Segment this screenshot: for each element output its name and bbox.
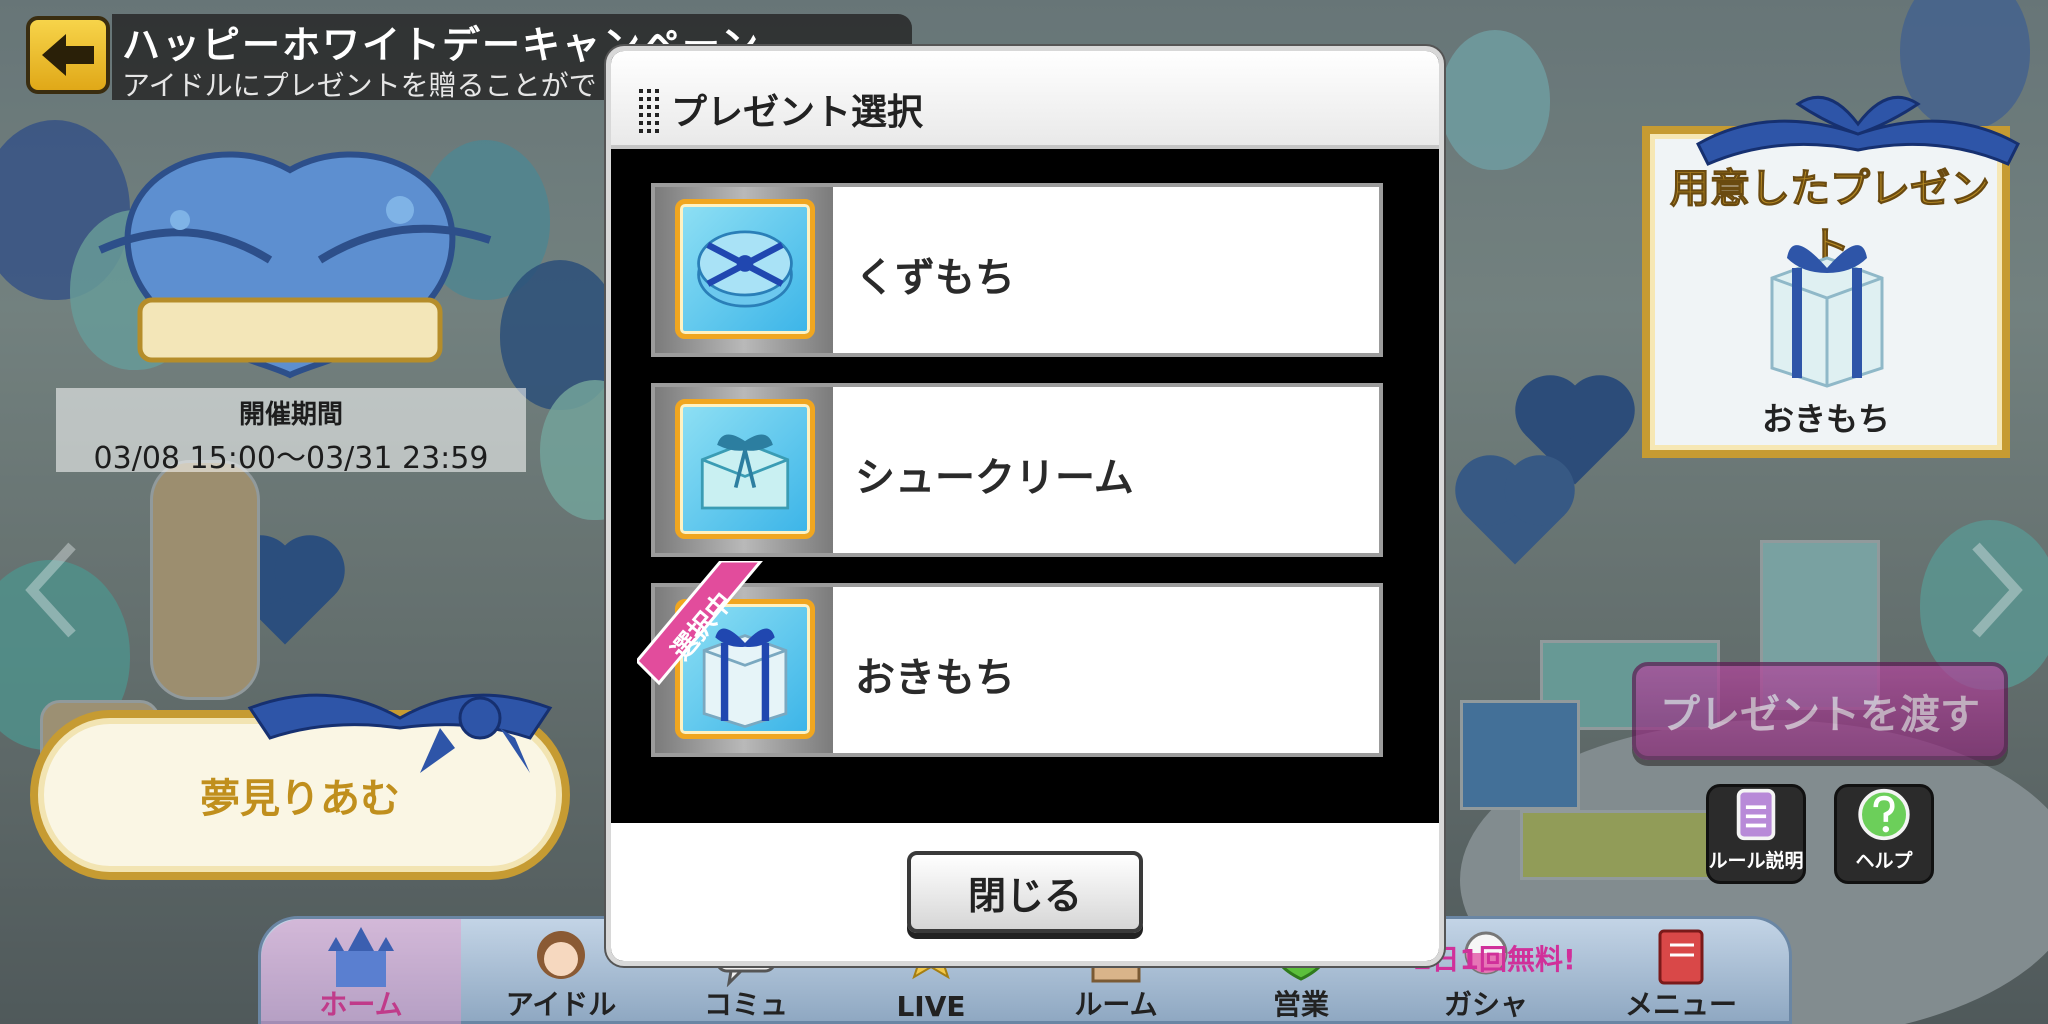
nav-label: ルーム [1074, 988, 1158, 1021]
rules-button[interactable]: ルール説明 [1706, 784, 1806, 884]
event-period-box: 開催期間 03/08 15:00〜03/31 23:59 [56, 388, 526, 476]
previous-arrow-icon[interactable] [22, 540, 82, 640]
clipboard-icon [1736, 788, 1776, 841]
menu-book-icon [1658, 929, 1704, 985]
close-label: 閉じる [967, 873, 1082, 918]
prepared-present-name: おきもち [1761, 400, 1890, 438]
present-option-kuzumochi[interactable]: くずもち [651, 183, 1383, 357]
present-option-label: おきもち [855, 655, 1015, 701]
question-mark-icon [1858, 788, 1910, 841]
dialog-title: プレゼント選択 [671, 92, 924, 133]
nav-label: ガシャ [1443, 988, 1528, 1021]
ribbon-icon [247, 693, 553, 773]
castle-icon [328, 927, 394, 987]
event-logo-icon [98, 151, 492, 379]
event-period-value: 03/08 15:00〜03/31 23:59 [93, 441, 489, 476]
present-option-cream-puff[interactable]: シュークリーム [651, 383, 1383, 557]
nav-label: LIVE [896, 990, 966, 1023]
round-gift-box-icon [675, 199, 815, 339]
back-button[interactable] [26, 16, 110, 94]
nav-label: コミュ [703, 988, 788, 1021]
nav-label: アイドル [505, 988, 617, 1021]
selected-badge: 選択中 [637, 561, 763, 686]
square-gift-box-icon [1770, 245, 1884, 388]
nav-label: メニュー [1624, 988, 1737, 1021]
nav-label: 営業 [1272, 988, 1329, 1021]
idol-portrait-icon [537, 931, 585, 979]
nav-item-menu[interactable]: メニュー [1581, 919, 1781, 1024]
give-present-label: プレゼントを渡す [1660, 692, 1980, 738]
present-select-dialog: プレゼント選択 くずもち シュークリーム おきもち 選択中 閉じる [606, 46, 1444, 966]
next-arrow-icon[interactable] [1966, 540, 2026, 640]
close-button[interactable]: 閉じる [907, 851, 1143, 933]
present-option-label: くずもち [855, 255, 1015, 301]
page-subtitle: アイドルにプレゼントを贈ることがで [122, 69, 597, 102]
present-option-label: シュークリーム [855, 455, 1134, 501]
nav-label: ホーム [319, 988, 403, 1021]
dialog-footer: 閉じる [611, 823, 1439, 961]
event-period-label: 開催期間 [238, 400, 343, 430]
give-present-button[interactable]: プレゼントを渡す [1632, 662, 2008, 760]
cream-puff-box-icon [675, 399, 815, 539]
dotted-grip-icon [639, 89, 659, 133]
dialog-header: プレゼント選択 [611, 51, 1439, 149]
nav-item-home[interactable]: ホーム [261, 919, 461, 1024]
rules-label: ルール説明 [1708, 850, 1804, 872]
help-label: ヘルプ [1855, 850, 1913, 872]
back-arrow-icon [42, 34, 94, 76]
help-button[interactable]: ヘルプ [1834, 784, 1934, 884]
